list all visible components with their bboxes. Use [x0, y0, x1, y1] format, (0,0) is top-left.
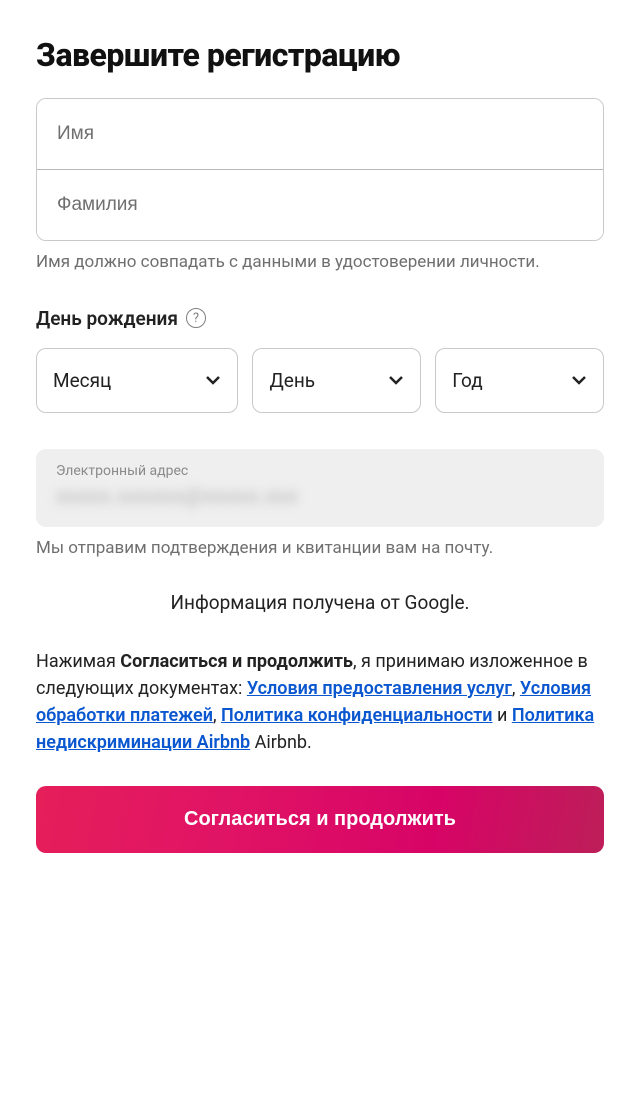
month-select-label: Месяц	[53, 369, 111, 392]
birthday-selects: Месяц День Год	[36, 348, 604, 413]
name-input-group	[36, 98, 604, 241]
email-box: Электронный адрес xxxxx.xxxxxx@xxxxx.xxx	[36, 449, 604, 527]
tos-link[interactable]: Условия предоставления услуг	[247, 678, 512, 699]
email-label: Электронный адрес	[56, 463, 584, 479]
last-name-input[interactable]	[37, 170, 603, 240]
help-icon[interactable]: ?	[186, 308, 206, 328]
email-hint: Мы отправим подтверждения и квитанции ва…	[36, 537, 604, 561]
first-name-input[interactable]	[37, 99, 603, 169]
day-select-label: День	[269, 369, 315, 392]
agree-continue-button[interactable]: Согласиться и продолжить	[36, 786, 604, 853]
chevron-down-icon	[205, 372, 221, 388]
legal-bold: Согласиться и продолжить	[120, 651, 353, 672]
year-select[interactable]: Год	[435, 348, 604, 413]
name-hint: Имя должно совпадать с данными в удостов…	[36, 251, 604, 275]
year-select-label: Год	[452, 369, 482, 392]
legal-prefix: Нажимая	[36, 651, 120, 672]
chevron-down-icon	[388, 372, 404, 388]
birthday-label-row: День рождения ?	[36, 307, 604, 330]
privacy-link[interactable]: Политика конфиденциальности	[221, 705, 493, 726]
chevron-down-icon	[571, 372, 587, 388]
info-source: Информация получена от Google.	[36, 591, 604, 614]
legal-text: Нажимая Согласиться и продолжить, я прин…	[36, 648, 604, 756]
birthday-label: День рождения	[36, 307, 178, 330]
day-select[interactable]: День	[252, 348, 421, 413]
month-select[interactable]: Месяц	[36, 348, 238, 413]
email-value: xxxxx.xxxxxx@xxxxx.xxx	[56, 485, 584, 509]
page-title: Завершите регистрацию	[36, 36, 604, 74]
